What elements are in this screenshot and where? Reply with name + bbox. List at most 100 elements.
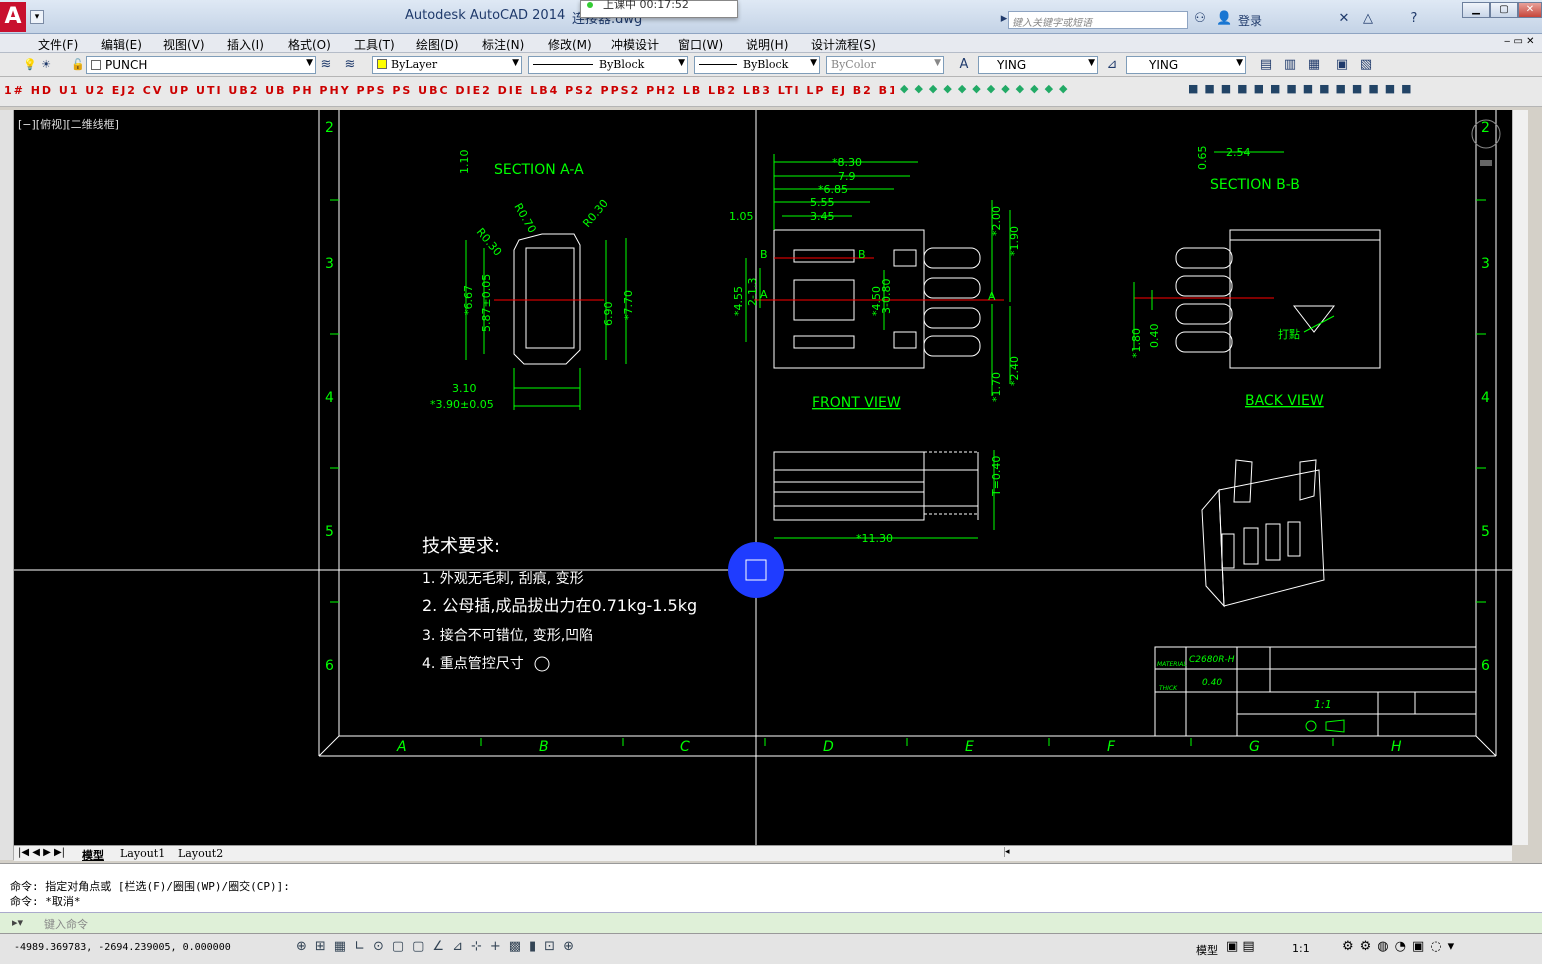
section-aa-outline: [513, 233, 581, 365]
dim-style-select[interactable]: YING ▼: [1126, 56, 1246, 74]
dim-text: 2.54: [1226, 146, 1251, 159]
back-view-label: BACK VIEW: [1245, 393, 1324, 409]
tab-layout1[interactable]: Layout1: [120, 847, 165, 860]
isometric-view[interactable]: [1201, 459, 1325, 608]
layer-previous-icon[interactable]: ≋: [342, 57, 358, 73]
quick-access-dropdown-icon[interactable]: ▾: [30, 10, 44, 24]
dim-text: *2.40: [1008, 356, 1021, 386]
exchange-icon[interactable]: ✕: [1336, 11, 1352, 27]
iso-pin: [1265, 523, 1281, 561]
color-select[interactable]: ByLayer ▼: [372, 56, 522, 74]
row-label: 2: [1481, 120, 1490, 136]
quick-view-icon[interactable]: ▣ ▤: [1226, 939, 1255, 954]
inquiry-tool-strip[interactable]: ■■■■■■■■■■■■■■: [1188, 82, 1528, 102]
layer-manager-icon[interactable]: ≋: [318, 57, 334, 73]
menu-file[interactable]: 文件(F): [38, 36, 78, 53]
autocad-logo-icon[interactable]: A: [0, 2, 26, 32]
drawing-canvas[interactable]: [−][俯视][二维线框] 2 3 4 5 6 2 3 4 5 6 A B C …: [14, 110, 1512, 845]
layer-on-icon[interactable]: 💡: [22, 57, 38, 73]
menu-dimension[interactable]: 标注(N): [482, 36, 524, 53]
minimize-button[interactable]: ▁: [1462, 2, 1490, 18]
tab-layout2[interactable]: Layout2: [178, 847, 223, 860]
layer-name: PUNCH: [105, 58, 148, 72]
chevron-down-icon: ▼: [934, 58, 941, 68]
dim-text: 打點: [1278, 327, 1300, 341]
horizontal-scrollbar[interactable]: ◂: [1004, 847, 1504, 857]
maximize-button[interactable]: ▢: [1490, 2, 1518, 18]
annotation-scale[interactable]: 1:1: [1292, 942, 1310, 955]
properties-icon[interactable]: ▣: [1334, 57, 1350, 73]
menu-insert[interactable]: 插入(I): [227, 36, 264, 53]
lineweight-value: ByBlock: [743, 58, 789, 71]
multileader-icon[interactable]: ▥: [1282, 57, 1298, 73]
user-icon[interactable]: 👤: [1216, 11, 1232, 27]
login-button[interactable]: 登录: [1238, 12, 1262, 29]
doc-minimize-icon[interactable]: ‒ ▭ ✕: [1504, 36, 1535, 47]
menu-help[interactable]: 说明(H): [746, 36, 788, 53]
col-label: B: [539, 739, 549, 755]
punch-tool-strip[interactable]: 1# HD U1 U2 EJ2 CV UP UTI UB2 UB PH PHY …: [4, 82, 894, 102]
dim-text: R0.70: [511, 201, 538, 235]
text-style-value: YING: [997, 58, 1027, 72]
linetype-select[interactable]: ByBlock ▼: [528, 56, 688, 74]
plotstyle-select[interactable]: ByColor ▼: [826, 56, 944, 74]
menu-modify[interactable]: 修改(M): [548, 36, 592, 53]
drafting-toggles-icon[interactable]: ⊕⊞▦∟⊙▢▢∠⊿⊹+▩▮⊡⊕: [296, 939, 582, 954]
menu-design-flow[interactable]: 设计流程(S): [811, 36, 876, 53]
menu-die-design[interactable]: 冲模设计: [611, 36, 659, 53]
dim-text: 0.40: [1148, 324, 1161, 349]
table-style-icon[interactable]: ▤: [1258, 57, 1274, 73]
tech-requirements[interactable]: 技术要求: 1. 外观无毛刺, 刮痕, 变形 2. 公母插,成品拔出力在0.71…: [422, 536, 697, 672]
close-button[interactable]: ✕: [1518, 2, 1542, 18]
menu-edit[interactable]: 编辑(E): [101, 36, 142, 53]
layer-properties-toolbar: 💡 ☀ 🔓 PUNCH ▼ ≋ ≋ ByLayer ▼ ByBlock ▼ ByBlo…: [0, 53, 1542, 77]
layer-freeze-icon[interactable]: ☀: [38, 57, 54, 73]
chevron-down-icon: ▼: [810, 58, 817, 68]
drawing-svg: 2 3 4 5 6 2 3 4 5 6 A B C D E F G H SECT…: [14, 110, 1512, 845]
binoculars-icon[interactable]: ⚇: [1192, 11, 1208, 27]
left-toolbar[interactable]: [0, 110, 14, 860]
layer-lock-icon[interactable]: 🔓: [70, 57, 86, 73]
help-icon[interactable]: ?: [1406, 11, 1422, 27]
dim-style-icon[interactable]: ⊿: [1104, 57, 1120, 73]
menu-tools[interactable]: 工具(T): [354, 36, 395, 53]
window-title: Autodesk AutoCAD 2014: [405, 8, 566, 23]
timer-text: 上课中 00:17:52: [603, 0, 689, 11]
iso-side: [1201, 488, 1225, 608]
command-input[interactable]: ▸▾ 键入命令: [0, 912, 1542, 933]
finger: [923, 307, 981, 329]
vertical-scrollbar[interactable]: [1512, 110, 1528, 845]
tab-nav-arrows[interactable]: |◀ ◀ ▶ ▶|: [18, 847, 65, 858]
front-view[interactable]: FRONT VIEW *8.30 7.9 *6.85 5.55 3.45 1.0…: [729, 154, 1021, 411]
menu-view[interactable]: 视图(V): [163, 36, 205, 53]
sheet-icon[interactable]: ▦: [1306, 57, 1322, 73]
coordinate-readout[interactable]: -4989.369783, -2694.239005, 0.000000: [14, 942, 231, 953]
a360-icon[interactable]: △: [1360, 11, 1376, 27]
modify-tool-strip[interactable]: ◆◆◆◆◆◆◆◆◆◆◆◆: [900, 82, 1180, 102]
lineweight-select[interactable]: ByBlock ▼: [694, 56, 820, 74]
tab-model[interactable]: 模型: [82, 847, 104, 863]
front-view-dims: [745, 154, 1011, 396]
status-tray-icons[interactable]: ⚙⚙◍◔▣◌▾: [1342, 939, 1460, 954]
dim-text: T=0.40: [990, 456, 1003, 497]
menu-draw[interactable]: 绘图(D): [416, 36, 459, 53]
viewport-label[interactable]: [−][俯视][二维线框]: [18, 116, 119, 132]
layer-select[interactable]: PUNCH ▼: [86, 56, 316, 74]
dim-text: *6.67: [462, 285, 475, 315]
col-label: H: [1391, 739, 1402, 755]
search-input[interactable]: 键入关键字或短语: [1008, 11, 1188, 29]
dim-text: 5.87±0.05: [480, 274, 493, 332]
model-space-button[interactable]: 模型: [1196, 942, 1218, 958]
text-style-select[interactable]: YING ▼: [978, 56, 1098, 74]
title-block[interactable]: MATERIAL C2680R-H THICK 0.40 1:1: [1154, 646, 1477, 737]
back-view[interactable]: BACK VIEW *1.80 0.40 打點: [1130, 229, 1381, 409]
tech-item-4: 4. 重点管控尺寸: [422, 656, 524, 672]
section-bb-view[interactable]: SECTION B-B 2.54 0.65: [1196, 146, 1300, 194]
side-view[interactable]: *11.30 T=0.40: [773, 450, 1003, 545]
section-aa-view[interactable]: SECTION A-A 1.10 R0.30 R0.70 R0.30 *6.67: [430, 150, 635, 412]
menu-window[interactable]: 窗口(W): [678, 36, 723, 53]
text-style-icon[interactable]: A: [956, 57, 972, 73]
match-properties-icon[interactable]: ▧: [1358, 57, 1374, 73]
menu-format[interactable]: 格式(O): [288, 36, 331, 53]
color-value: ByLayer: [391, 58, 438, 71]
